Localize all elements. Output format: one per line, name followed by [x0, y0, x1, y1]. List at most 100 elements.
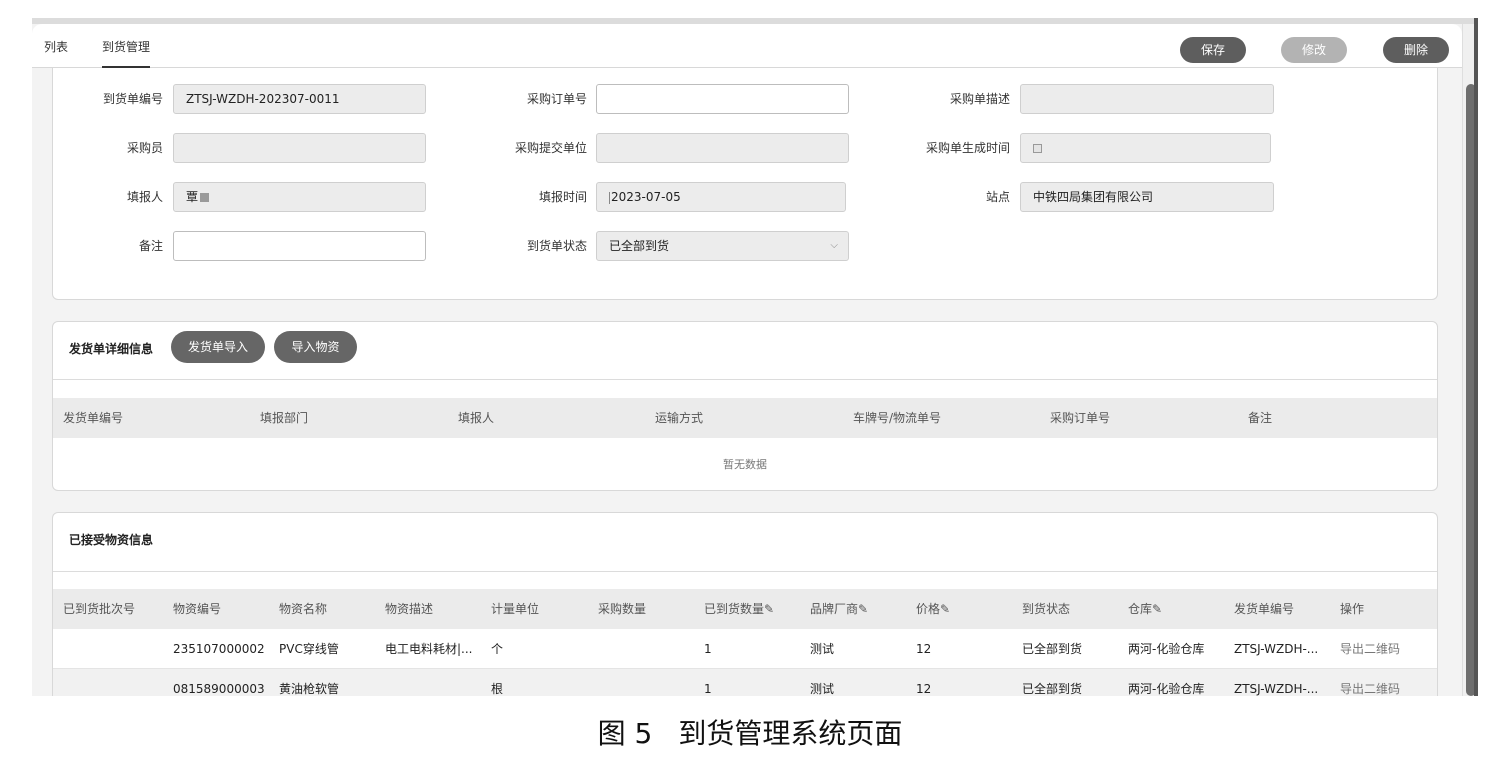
chevron-down-icon: ⌵	[830, 240, 838, 251]
screenshot-frame: 列表 到货管理 保存 修改 删除 到货单编号 ZTSJ-WZDH-202307-…	[32, 18, 1478, 696]
cell-price[interactable]: 12	[916, 629, 931, 669]
cell-arrived-qty[interactable]: 1	[704, 629, 712, 669]
shipment-col-header: 填报部门	[260, 411, 309, 425]
shipment-card: 发货单详细信息 发货单导入 导入物资 发货单编号 填报部门 填报人 运输方式 车…	[52, 321, 1438, 491]
edit-button[interactable]: 修改	[1281, 37, 1347, 63]
po-unit-field[interactable]	[596, 133, 849, 163]
cell-code: 235107000002	[173, 642, 265, 656]
shipment-table-header: 发货单编号 填报部门 填报人 运输方式 车牌号/物流单号 采购订单号 备注	[53, 398, 1437, 438]
po-no-field[interactable]	[596, 84, 849, 114]
table-row[interactable]: 235107000002 PVC穿线管 电工电料耗材|... 个 1 测试 12…	[53, 629, 1437, 669]
po-no-label: 采购订单号	[526, 92, 587, 106]
shipment-divider	[53, 379, 1437, 380]
station-label: 站点	[985, 190, 1010, 204]
calendar-icon	[1033, 144, 1042, 153]
export-qrcode-link[interactable]: 导出二维码	[1340, 669, 1400, 696]
cell-arrived-qty[interactable]: 1	[704, 669, 712, 696]
po-time-label: 采购单生成时间	[925, 141, 1010, 155]
report-time-field[interactable]: 2023-07-05	[596, 182, 846, 212]
shipment-col-header: 发货单编号	[63, 411, 124, 425]
reporter-label: 填报人	[126, 190, 163, 204]
shipment-col-header: 车牌号/物流单号	[853, 411, 942, 425]
cell-ship-no: ZTSJ-WZDH-...	[1234, 682, 1319, 696]
table-row[interactable]: 081589000003 黄油枪软管 根 1 测试 12 已全部到货 两河-化验…	[53, 669, 1437, 696]
edit-icon: ✎	[764, 602, 775, 616]
cell-name: PVC穿线管	[279, 642, 339, 656]
figure-caption-text: 到货管理系统页面	[678, 717, 903, 750]
tab-list[interactable]: 列表	[44, 38, 68, 68]
station-field[interactable]: 中铁四局集团有限公司	[1020, 182, 1274, 212]
shipment-title: 发货单详细信息	[69, 342, 154, 356]
received-col-header: 品牌厂商✎	[810, 589, 868, 629]
edit-icon: ✎	[1152, 602, 1163, 616]
cell-ship-no: ZTSJ-WZDH-...	[1234, 642, 1319, 656]
received-title: 已接受物资信息	[69, 533, 154, 547]
cell-status: 已全部到货	[1022, 642, 1083, 656]
received-col-header: 物资编号	[173, 602, 222, 616]
text-cursor	[609, 191, 610, 204]
cell-brand[interactable]: 测试	[810, 669, 834, 696]
received-divider	[53, 571, 1437, 572]
received-col-header: 到货状态	[1022, 602, 1071, 616]
delete-button[interactable]: 删除	[1383, 37, 1449, 63]
export-qrcode-link[interactable]: 导出二维码	[1340, 629, 1400, 669]
received-col-header: 采购数量	[598, 602, 647, 616]
received-col-header: 操作	[1340, 602, 1365, 616]
buyer-field[interactable]	[173, 133, 426, 163]
po-desc-field[interactable]	[1020, 84, 1274, 114]
received-col-header: 计量单位	[491, 602, 540, 616]
cell-unit: 个	[491, 642, 504, 656]
report-time-label: 填报时间	[538, 190, 587, 204]
cell-unit: 根	[491, 682, 504, 696]
po-time-field[interactable]	[1020, 133, 1271, 163]
arrival-no-field[interactable]: ZTSJ-WZDH-202307-0011	[173, 84, 426, 114]
figure-number: 图 5	[597, 717, 653, 750]
cell-code: 081589000003	[173, 682, 265, 696]
cell-status: 已全部到货	[1022, 682, 1083, 696]
cell-name: 黄油枪软管	[279, 682, 340, 696]
received-col-header-label: 品牌厂商	[810, 602, 859, 616]
cell-warehouse[interactable]: 两河-化验仓库	[1128, 629, 1204, 669]
edit-icon: ✎	[940, 602, 951, 616]
cell-brand[interactable]: 测试	[810, 629, 834, 669]
received-materials-card: 已接受物资信息 已到货批次号 物资编号 物资名称 物资描述 计量单位 采购数量 …	[52, 512, 1438, 696]
remark-field[interactable]	[173, 231, 426, 261]
status-select[interactable]: 已全部到货 ⌵	[596, 231, 849, 261]
shipment-col-header: 采购订单号	[1050, 411, 1111, 425]
received-col-header: 物资名称	[279, 602, 328, 616]
po-desc-label: 采购单描述	[949, 92, 1010, 106]
received-col-header: 物资描述	[385, 602, 434, 616]
status-label: 到货单状态	[526, 239, 587, 253]
received-col-header: 已到货批次号	[63, 602, 136, 616]
received-col-header: 已到货数量✎	[704, 589, 774, 629]
import-material-button[interactable]: 导入物资	[274, 331, 357, 363]
received-col-header: 价格✎	[916, 589, 950, 629]
received-table-header: 已到货批次号 物资编号 物资名称 物资描述 计量单位 采购数量 已到货数量✎ 品…	[53, 589, 1437, 629]
arrival-no-label: 到货单编号	[102, 92, 163, 106]
shipment-col-header: 运输方式	[655, 411, 704, 425]
received-col-header-label: 已到货数量	[704, 602, 765, 616]
status-select-value: 已全部到货	[609, 239, 670, 253]
po-unit-label: 采购提交单位	[514, 141, 587, 155]
received-col-header: 发货单编号	[1234, 602, 1295, 616]
cell-price[interactable]: 12	[916, 669, 931, 696]
redacted-mark	[200, 193, 210, 202]
buyer-label: 采购员	[126, 141, 163, 155]
tab-arrival-management[interactable]: 到货管理	[102, 38, 151, 68]
import-shipment-button[interactable]: 发货单导入	[171, 331, 265, 363]
reporter-field[interactable]: 覃	[173, 182, 426, 212]
cell-warehouse[interactable]: 两河-化验仓库	[1128, 669, 1204, 696]
app-window: 列表 到货管理 保存 修改 删除 到货单编号 ZTSJ-WZDH-202307-…	[32, 24, 1462, 696]
tab-bar: 列表 到货管理 保存 修改 删除	[32, 24, 1462, 68]
save-button[interactable]: 保存	[1180, 37, 1246, 63]
edit-icon: ✎	[858, 602, 869, 616]
window-edge	[1474, 18, 1478, 696]
shipment-col-header: 填报人	[458, 411, 495, 425]
remark-label: 备注	[138, 239, 163, 253]
arrival-form-card: 到货单编号 ZTSJ-WZDH-202307-0011 采购订单号 采购单描述 …	[52, 68, 1438, 300]
shipment-col-header: 备注	[1248, 411, 1273, 425]
received-col-header: 仓库✎	[1128, 589, 1162, 629]
reporter-value: 覃	[186, 190, 199, 204]
received-col-header-label: 仓库	[1128, 602, 1153, 616]
figure-caption: 图 5 到货管理系统页面	[0, 712, 1500, 752]
